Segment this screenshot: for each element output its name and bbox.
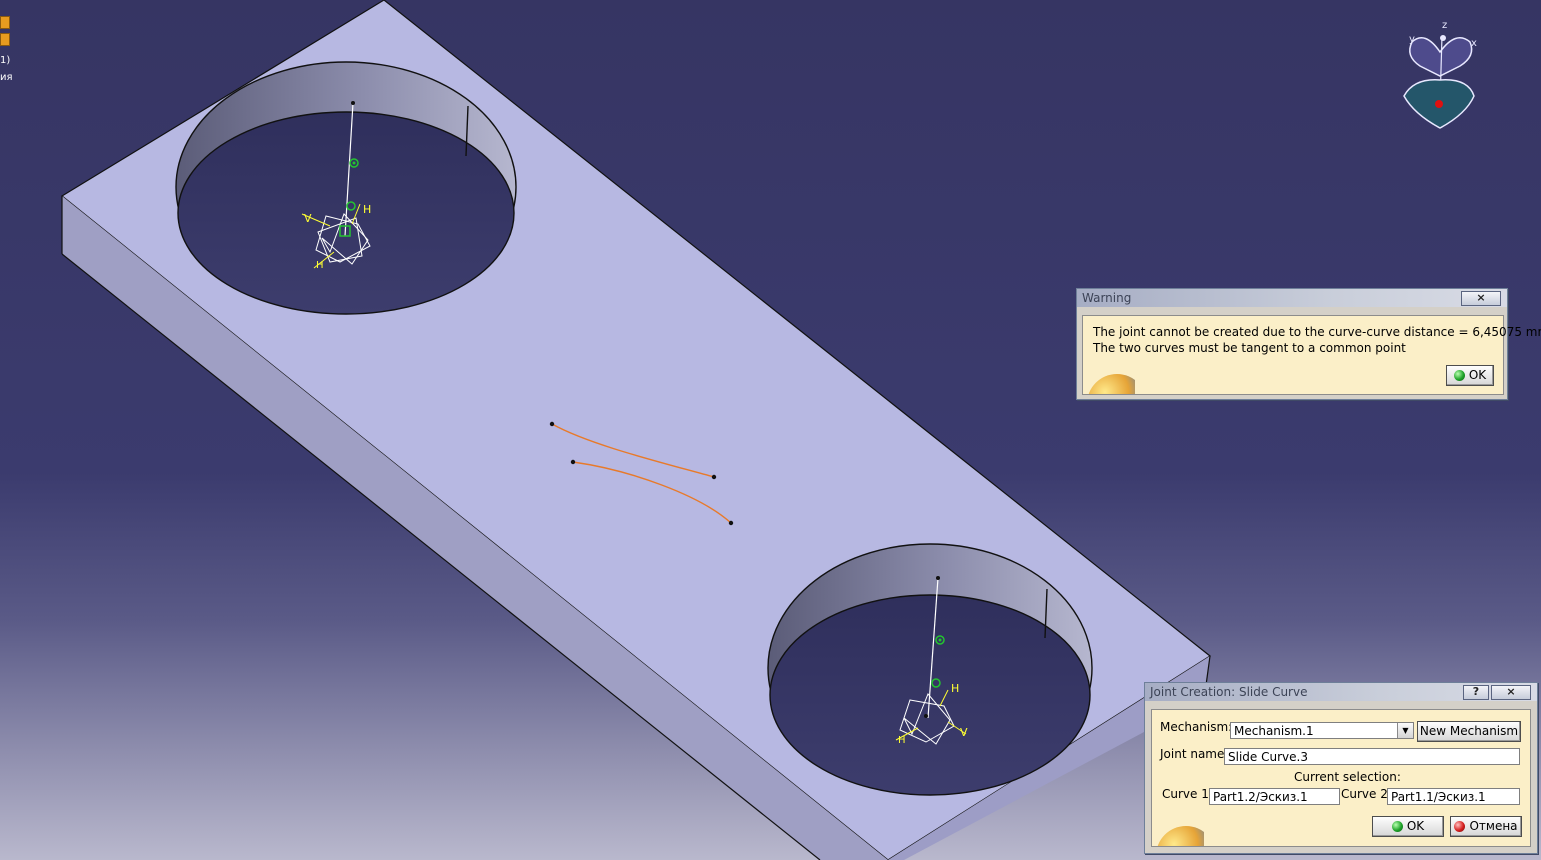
warning-message-line-1: The joint cannot be created due to the c…: [1093, 325, 1541, 339]
cancel-button[interactable]: Отмена: [1450, 816, 1522, 837]
svg-text:H: H: [951, 682, 959, 695]
svg-text:H: H: [316, 260, 324, 271]
catia-logo-icon: [1152, 820, 1204, 846]
ok-icon: [1453, 370, 1465, 381]
tree-item[interactable]: 1): [0, 55, 10, 66]
tree-node-icon[interactable]: [0, 33, 10, 46]
catia-logo-icon: [1083, 368, 1135, 394]
curve1-field[interactable]: Part1.2/Эскиз.1: [1209, 788, 1340, 805]
curve2-field[interactable]: Part1.1/Эскиз.1: [1387, 788, 1520, 805]
tree-item[interactable]: ия: [0, 72, 13, 83]
mechanism-select[interactable]: Mechanism.1 ▼: [1230, 722, 1414, 739]
curve1-label: Curve 1:: [1162, 787, 1213, 801]
ok-button[interactable]: OK: [1372, 816, 1444, 837]
close-button[interactable]: ×: [1461, 291, 1501, 306]
warning-title: Warning: [1077, 289, 1507, 307]
warning-message-line-2: The two curves must be tangent to a comm…: [1093, 341, 1406, 355]
svg-text:H: H: [898, 735, 906, 746]
lower-pocket: [767, 543, 1093, 796]
svg-text:z: z: [1442, 20, 1447, 31]
chevron-down-icon[interactable]: ▼: [1397, 723, 1413, 738]
joint-name-input[interactable]: Slide Curve.3: [1224, 748, 1520, 765]
svg-text:x: x: [1471, 38, 1477, 49]
svg-text:H: H: [363, 203, 371, 216]
mechanism-label: Mechanism:: [1160, 720, 1233, 734]
help-button[interactable]: ?: [1463, 685, 1489, 700]
tree-node-icon[interactable]: [0, 16, 10, 29]
warning-message-panel: The joint cannot be created due to the c…: [1082, 315, 1541, 395]
new-mechanism-button[interactable]: New Mechanism: [1417, 721, 1521, 742]
warning-dialog: Warning × The joint cannot be created du…: [1076, 288, 1541, 400]
svg-text:V: V: [960, 726, 968, 739]
cancel-icon: [1454, 821, 1466, 832]
svg-text:V: V: [304, 212, 312, 225]
joint-form-panel: Mechanism: Mechanism.1 ▼ New Mechanism J…: [1151, 709, 1531, 847]
joint-creation-dialog: Joint Creation: Slide Curve ? × Mechanis…: [1144, 682, 1538, 854]
upper-pocket: [175, 61, 517, 315]
svg-text:y: y: [1409, 34, 1415, 45]
ok-icon: [1391, 821, 1403, 832]
warning-title-text: Warning: [1082, 291, 1132, 305]
joint-dialog-title-text: Joint Creation: Slide Curve: [1150, 685, 1308, 699]
current-selection-label: Current selection:: [1294, 770, 1401, 784]
close-button[interactable]: ×: [1491, 685, 1531, 700]
joint-name-label: Joint name:: [1160, 747, 1229, 761]
curve2-label: Curve 2:: [1341, 787, 1392, 801]
warning-ok-button[interactable]: OK: [1446, 365, 1494, 386]
